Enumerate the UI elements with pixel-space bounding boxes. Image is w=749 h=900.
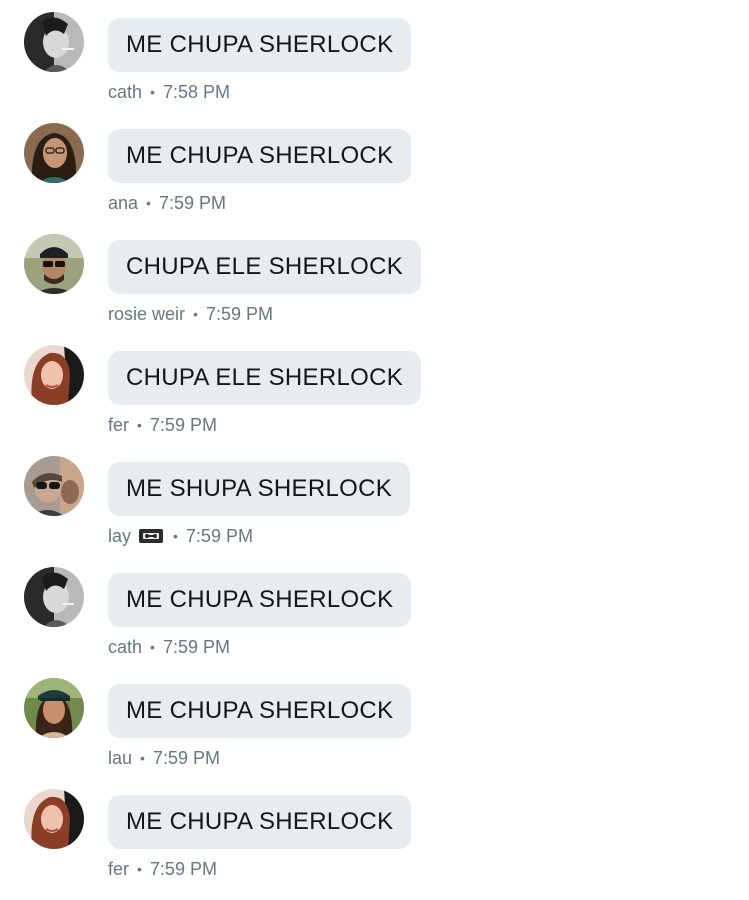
- message-text: CHUPA ELE SHERLOCK: [126, 364, 404, 391]
- meta-separator: •: [173, 528, 178, 544]
- message-text: ME CHUPA SHERLOCK: [126, 31, 394, 58]
- message-meta: lau • 7:59 PM: [108, 746, 220, 770]
- message-bubble: ME CHUPA SHERLOCK: [108, 18, 412, 72]
- meta-separator: •: [137, 417, 142, 433]
- message-bubble: CHUPA ELE SHERLOCK: [108, 240, 422, 294]
- avatar-cath[interactable]: [24, 567, 84, 627]
- message-bubble: ME SHUPA SHERLOCK: [108, 462, 411, 516]
- author-name[interactable]: ana: [108, 193, 138, 214]
- avatar-rosie-weir[interactable]: [24, 234, 84, 294]
- meta-separator: •: [140, 750, 145, 766]
- avatar-fer[interactable]: [24, 789, 84, 849]
- message-row: ME SHUPA SHERLOCK lay • 7:59 PM: [0, 456, 749, 567]
- meta-separator: •: [193, 306, 198, 322]
- timestamp: 7:58 PM: [162, 81, 230, 102]
- message-text: ME CHUPA SHERLOCK: [126, 697, 394, 724]
- author-name[interactable]: fer: [108, 415, 129, 436]
- timestamp: 7:59 PM: [149, 858, 217, 879]
- message-text: ME CHUPA SHERLOCK: [126, 808, 394, 835]
- message-bubble: CHUPA ELE SHERLOCK: [108, 351, 422, 405]
- message-row: ME CHUPA SHERLOCK cath • 7:58 PM: [0, 12, 749, 123]
- videocassette-icon: [139, 528, 164, 544]
- message-row: ME CHUPA SHERLOCK cath • 7:59 PM: [0, 567, 749, 678]
- meta-separator: •: [146, 195, 151, 211]
- message-bubble: ME CHUPA SHERLOCK: [108, 573, 412, 627]
- message-row: ME CHUPA SHERLOCK fer • 7:59 PM: [0, 789, 749, 900]
- timestamp: 7:59 PM: [149, 414, 217, 435]
- meta-separator: •: [137, 861, 142, 877]
- message-bubble: ME CHUPA SHERLOCK: [108, 684, 412, 738]
- timestamp: 7:59 PM: [152, 747, 220, 768]
- message-meta: cath • 7:59 PM: [108, 635, 230, 659]
- chat-thread: ME CHUPA SHERLOCK cath • 7:58 PM ME CHUP…: [0, 0, 749, 897]
- avatar-fer[interactable]: [24, 345, 84, 405]
- message-row: ME CHUPA SHERLOCK ana • 7:59 PM: [0, 123, 749, 234]
- message-meta: fer • 7:59 PM: [108, 857, 217, 881]
- message-text: ME CHUPA SHERLOCK: [126, 142, 394, 169]
- author-name[interactable]: cath: [108, 82, 142, 103]
- timestamp: 7:59 PM: [158, 192, 226, 213]
- message-row: CHUPA ELE SHERLOCK rosie weir • 7:59 PM: [0, 234, 749, 345]
- timestamp: 7:59 PM: [205, 303, 273, 324]
- message-text: ME SHUPA SHERLOCK: [126, 475, 393, 502]
- message-meta: rosie weir • 7:59 PM: [108, 302, 273, 326]
- author-name[interactable]: lay: [108, 526, 131, 547]
- avatar-ana[interactable]: [24, 123, 84, 183]
- message-row: ME CHUPA SHERLOCK lau • 7:59 PM: [0, 678, 749, 789]
- message-meta: lay • 7:59 PM: [108, 524, 253, 548]
- message-meta: ana • 7:59 PM: [108, 191, 226, 215]
- avatar-cath[interactable]: [24, 12, 84, 72]
- message-text: CHUPA ELE SHERLOCK: [126, 253, 404, 280]
- meta-separator: •: [150, 639, 155, 655]
- author-name[interactable]: fer: [108, 859, 129, 880]
- message-row: CHUPA ELE SHERLOCK fer • 7:59 PM: [0, 345, 749, 456]
- meta-separator: •: [150, 84, 155, 100]
- timestamp: 7:59 PM: [185, 525, 253, 546]
- message-bubble: ME CHUPA SHERLOCK: [108, 129, 412, 183]
- avatar-lau[interactable]: [24, 678, 84, 738]
- message-meta: cath • 7:58 PM: [108, 80, 230, 104]
- author-name[interactable]: cath: [108, 637, 142, 658]
- message-text: ME CHUPA SHERLOCK: [126, 586, 394, 613]
- timestamp: 7:59 PM: [162, 636, 230, 657]
- message-meta: fer • 7:59 PM: [108, 413, 217, 437]
- avatar-lay[interactable]: [24, 456, 84, 516]
- author-name[interactable]: rosie weir: [108, 304, 185, 325]
- message-bubble: ME CHUPA SHERLOCK: [108, 795, 412, 849]
- author-name[interactable]: lau: [108, 748, 132, 769]
